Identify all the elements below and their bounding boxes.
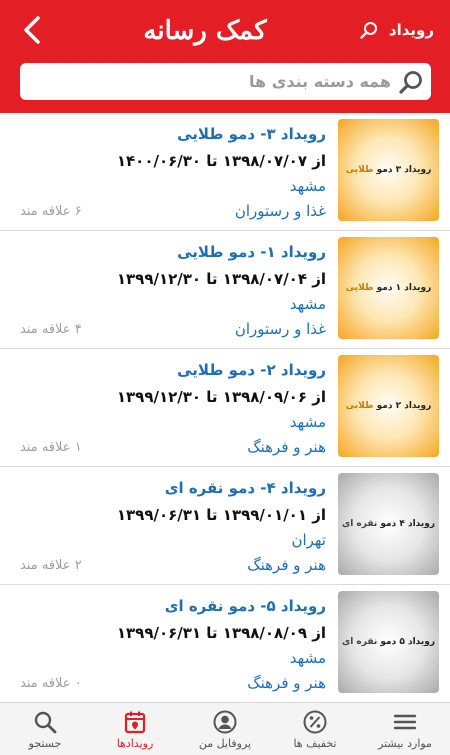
event-info: رویداد ۳- دمو طلایی از ۱۳۹۸/۰۷/۰۷ تا ۱۴۰…	[20, 123, 326, 224]
bottom-tab-bar: موارد بیشتر تخفیف ها پروفایل من رویدادها…	[0, 702, 450, 755]
calendar-icon	[124, 711, 146, 733]
category-search-box[interactable]	[20, 63, 431, 100]
thumbnail-caption: رویداد ۳ دمو طلایی	[345, 165, 432, 175]
event-title[interactable]: رویداد ۱- دمو طلایی	[20, 241, 326, 263]
back-button[interactable]	[14, 12, 50, 48]
interest-count: ۱ علاقه مند	[20, 439, 82, 455]
event-card[interactable]: رویداد ۲ دمو طلایی رویداد ۲- دمو طلایی ا…	[0, 349, 450, 467]
event-category[interactable]: هنر و فرهنگ	[247, 556, 326, 574]
event-city: مشهد	[289, 649, 326, 667]
tab-search[interactable]: جستجو	[0, 703, 90, 755]
tab-label: موارد بیشتر	[378, 736, 432, 750]
event-meta-row: هنر و فرهنگ ۱ علاقه مند	[20, 434, 326, 460]
interest-count: ۴ علاقه مند	[20, 321, 82, 337]
page-title: رویداد	[388, 21, 434, 39]
tab-menu[interactable]: موارد بیشتر	[360, 703, 450, 755]
event-title[interactable]: رویداد ۴- دمو نقره ای	[20, 477, 326, 499]
chevron-left-icon	[24, 16, 40, 44]
event-card[interactable]: رویداد ۵ دمو نقره ای رویداد ۵- دمو نقره …	[0, 585, 450, 703]
event-meta-row: غذا و رستوران ۴ علاقه مند	[20, 316, 326, 342]
event-meta-row: غذا و رستوران ۶ علاقه مند	[20, 198, 326, 224]
search-icon	[399, 70, 422, 94]
event-meta-row: هنر و فرهنگ ۲ علاقه مند	[20, 552, 326, 578]
event-title[interactable]: رویداد ۵- دمو نقره ای	[20, 595, 326, 617]
app-logo: کمک رسانه	[143, 16, 267, 46]
event-card[interactable]: رویداد ۱ دمو طلایی رویداد ۱- دمو طلایی ا…	[0, 231, 450, 349]
event-card[interactable]: رویداد ۴ دمو نقره ای رویداد ۴- دمو نقره …	[0, 467, 450, 585]
event-city: مشهد	[289, 177, 326, 195]
event-thumbnail[interactable]: رویداد ۲ دمو طلایی	[338, 355, 439, 457]
tab-label: پروفایل من	[198, 736, 252, 750]
tab-label: جستجو	[28, 736, 62, 750]
event-thumbnail[interactable]: رویداد ۱ دمو طلایی	[338, 237, 439, 339]
app-header: کمک رسانه رویداد	[0, 0, 450, 115]
tab-label: رویدادها	[116, 736, 154, 750]
interest-count: ۰ علاقه مند	[20, 675, 82, 691]
tab-profile[interactable]: پروفایل من	[180, 703, 270, 755]
profile-icon	[213, 710, 237, 733]
event-category[interactable]: هنر و فرهنگ	[247, 674, 326, 692]
event-list: رویداد ۳ دمو طلایی رویداد ۳- دمو طلایی ا…	[0, 113, 450, 703]
thumbnail-caption: رویداد ۵ دمو نقره ای	[341, 637, 436, 647]
search-icon	[360, 22, 377, 39]
event-info: رویداد ۵- دمو نقره ای از ۱۳۹۸/۰۸/۰۹ تا ۱…	[20, 595, 326, 696]
event-thumbnail[interactable]: رویداد ۳ دمو طلایی	[338, 119, 439, 221]
interest-count: ۲ علاقه مند	[20, 557, 82, 573]
event-info: رویداد ۲- دمو طلایی از ۱۳۹۸/۰۹/۰۶ تا ۱۳۹…	[20, 359, 326, 460]
event-dates: از ۱۳۹۸/۰۸/۰۹ تا ۱۳۹۹/۰۶/۳۱	[116, 624, 326, 642]
event-city: مشهد	[289, 413, 326, 431]
event-dates: از ۱۳۹۸/۰۷/۰۴ تا ۱۳۹۹/۱۲/۳۰	[116, 270, 326, 288]
event-title[interactable]: رویداد ۲- دمو طلایی	[20, 359, 326, 381]
search-icon	[34, 711, 57, 733]
search-input[interactable]	[20, 63, 391, 100]
event-dates: از ۱۳۹۹/۰۱/۰۱ تا ۱۳۹۹/۰۶/۳۱	[116, 506, 326, 524]
event-category[interactable]: هنر و فرهنگ	[247, 438, 326, 456]
event-city: تهران	[291, 531, 326, 549]
thumbnail-caption: رویداد ۴ دمو نقره ای	[341, 519, 436, 529]
tab-label: تخفیف ها	[293, 736, 337, 750]
menu-icon	[393, 714, 417, 729]
page-title-group[interactable]: رویداد	[359, 20, 434, 40]
event-thumbnail[interactable]: رویداد ۵ دمو نقره ای	[338, 591, 439, 693]
event-city: مشهد	[289, 295, 326, 313]
event-thumbnail[interactable]: رویداد ۴ دمو نقره ای	[338, 473, 439, 575]
event-category[interactable]: غذا و رستوران	[235, 320, 326, 338]
thumbnail-caption: رویداد ۲ دمو طلایی	[345, 401, 432, 411]
percent-icon	[303, 710, 327, 733]
tab-percent[interactable]: تخفیف ها	[270, 703, 360, 755]
event-info: رویداد ۱- دمو طلایی از ۱۳۹۸/۰۷/۰۴ تا ۱۳۹…	[20, 241, 326, 342]
event-title[interactable]: رویداد ۳- دمو طلایی	[20, 123, 326, 145]
event-info: رویداد ۴- دمو نقره ای از ۱۳۹۹/۰۱/۰۱ تا ۱…	[20, 477, 326, 578]
event-meta-row: هنر و فرهنگ ۰ علاقه مند	[20, 670, 326, 696]
event-dates: از ۱۳۹۸/۰۷/۰۷ تا ۱۴۰۰/۰۶/۳۰	[116, 152, 326, 170]
tab-calendar[interactable]: رویدادها	[90, 703, 180, 755]
thumbnail-caption: رویداد ۱ دمو طلایی	[345, 283, 432, 293]
event-card[interactable]: رویداد ۳ دمو طلایی رویداد ۳- دمو طلایی ا…	[0, 113, 450, 231]
interest-count: ۶ علاقه مند	[20, 203, 82, 219]
event-dates: از ۱۳۹۸/۰۹/۰۶ تا ۱۳۹۹/۱۲/۳۰	[116, 388, 326, 406]
event-category[interactable]: غذا و رستوران	[235, 202, 326, 220]
